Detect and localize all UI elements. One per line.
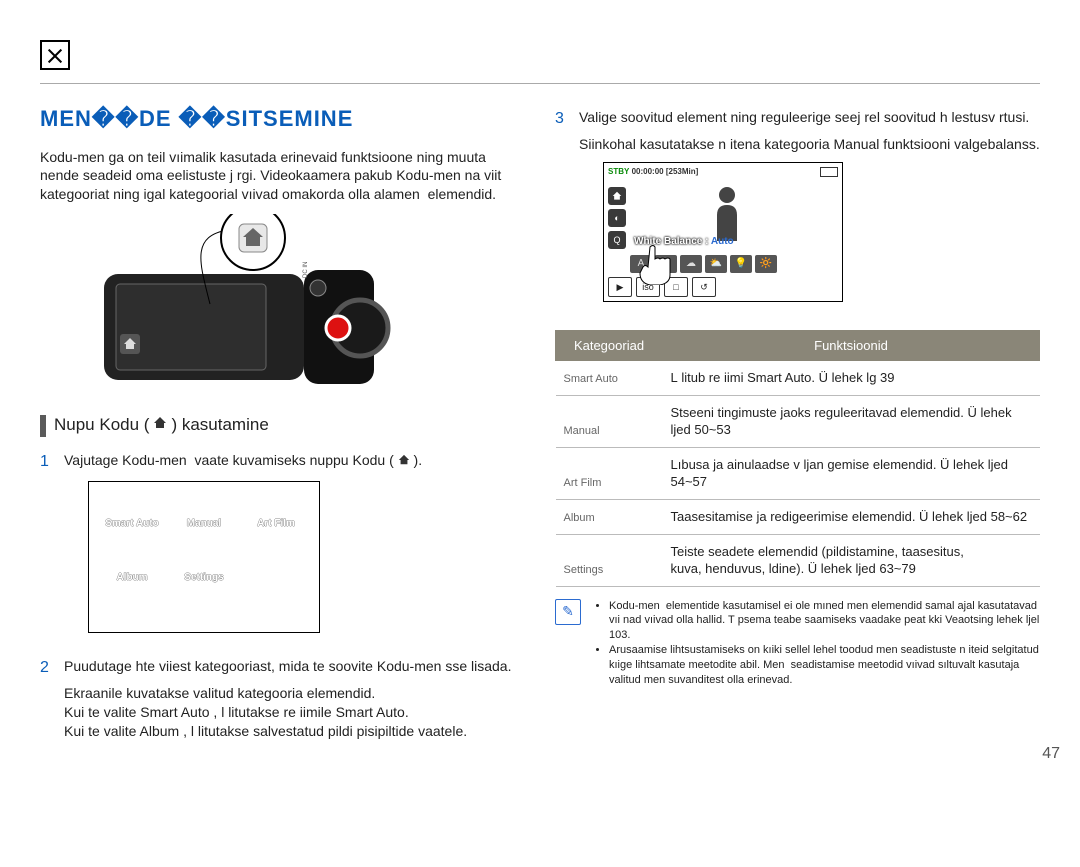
wb-option-fluorescent: 💡	[730, 255, 752, 273]
step-1-text-b: (	[389, 452, 398, 468]
camera-illustration: DC IN	[60, 214, 440, 394]
preview-zoom-icon: Q	[608, 231, 626, 249]
heading-bar-icon	[40, 415, 46, 437]
wb-option-cloudy: ☁	[680, 255, 702, 273]
menu-item-album: Album	[101, 556, 163, 600]
home-icon-inline	[398, 452, 410, 471]
preview-bottom-1: ▶	[608, 277, 632, 297]
home-icon	[153, 416, 167, 435]
step-1-term-kodu: Kodu	[352, 452, 385, 468]
section-heading-prefix: Nupu Kodu (	[54, 414, 149, 437]
step-2-sub-2-term: Smart Auto	[140, 704, 209, 720]
table-row: Art Film Lıbusa ja ainulaadse v ljan gem…	[556, 447, 1040, 499]
manual-page: MEN��DE ��SITSEMINE Kodu-men ga on teil …	[40, 40, 1040, 754]
screen-preview-illustration: STBY 00:00:00 [253Min] ◐	[603, 162, 843, 302]
table-cat-1: Manual	[556, 395, 663, 447]
step-2-sub-2a: Kui te valite	[64, 704, 140, 720]
table-cat-0: Smart Auto	[556, 361, 663, 396]
menu-item-manual: Manual	[173, 502, 235, 546]
preview-stby-label: STBY	[608, 167, 629, 176]
table-row: Manual Stseeni tingimuste jaoks reguleer…	[556, 395, 1040, 447]
table-row: Settings Teiste seadete elemendid (pildi…	[556, 534, 1040, 586]
page-header-bar	[40, 40, 1040, 84]
chapter-title: MEN��DE ��SITSEMINE	[40, 104, 525, 134]
right-column: Valige soovitud element ning reguleerige…	[555, 104, 1040, 755]
menu-item-smart-auto: Smart Auto	[101, 502, 163, 546]
preview-wb-icon: ◐	[608, 209, 626, 227]
step-2-sub-3b: , l litutakse salvestatud pildi pisipilt…	[183, 723, 467, 739]
info-note: ✎ Kodu-men elementide kasutamisel ei ole…	[555, 599, 1040, 688]
step-2-sub-1: Ekraanile kuvatakse valitud kategooria e…	[64, 684, 525, 703]
step-2: Puudutage hte viiest kategooriast, mida …	[40, 657, 525, 741]
missing-glyph-icon	[40, 40, 70, 70]
info-item-2: Arusaamise lihtsustamiseks on kıiki sell…	[609, 643, 1040, 688]
table-head-category: Kategooriad	[556, 330, 663, 361]
svg-text:DC IN: DC IN	[303, 262, 309, 278]
table-head-function: Funktsioonid	[663, 330, 1040, 361]
table-row: Album Taasesitamise ja redigeerimise ele…	[556, 499, 1040, 534]
table-desc-2: Lıbusa ja ainulaadse v ljan gemise eleme…	[663, 447, 1040, 499]
intro-paragraph: Kodu-men ga on teil vıimalik kasutada er…	[40, 148, 525, 205]
wb-option-shade: ⛅	[705, 255, 727, 273]
step-3-sub: Siinkohal kasutatakse n itena kategooria…	[579, 136, 1040, 152]
category-table: Kategooriad Funktsioonid Smart Auto L li…	[555, 330, 1040, 587]
preview-remain: [253Min]	[666, 167, 698, 176]
info-item-1: Kodu-men elementide kasutamisel ei ole m…	[609, 599, 1040, 644]
menu-item-settings: Settings	[173, 556, 235, 600]
step-2-sub-3a: Kui te valite	[64, 723, 140, 739]
table-cat-3: Album	[556, 499, 663, 534]
battery-icon	[820, 167, 838, 177]
step-3: Valige soovitud element ning reguleerige…	[555, 108, 1040, 316]
step-1-text-a: Vajutage Kodu-men vaate kuvamiseks nuppu	[64, 452, 352, 468]
table-cat-2: Art Film	[556, 447, 663, 499]
table-desc-0: L litub re iimi Smart Auto. Ü lehek lg 3…	[663, 361, 1040, 396]
page-number: 47	[1042, 743, 1060, 765]
wb-option-tungsten: 🔆	[755, 255, 777, 273]
home-menu-illustration: Smart Auto Manual Art Film Album Setting…	[88, 481, 320, 633]
preview-home-icon	[608, 187, 626, 205]
touch-hand-icon	[638, 245, 672, 285]
menu-item-art-film: Art Film	[245, 502, 307, 546]
step-1-text-c: ).	[414, 452, 423, 468]
section-heading-suffix: ) kasutamine	[171, 414, 268, 437]
left-column: MEN��DE ��SITSEMINE Kodu-men ga on teil …	[40, 104, 525, 755]
table-row: Smart Auto L litub re iimi Smart Auto. Ü…	[556, 361, 1040, 396]
step-2-text: Puudutage hte viiest kategooriast, mida …	[64, 658, 511, 674]
table-desc-1: Stseeni tingimuste jaoks reguleeritavad …	[663, 395, 1040, 447]
step-1: Vajutage Kodu-men vaate kuvamiseks nuppu…	[40, 451, 525, 643]
preview-bottom-4: ↺	[692, 277, 716, 297]
step-2-sub-3-term: Album	[140, 723, 180, 739]
section-heading: Nupu Kodu ( ) kasutamine	[40, 414, 525, 437]
preview-time: 00:00:00	[632, 167, 664, 176]
preview-subject-icon	[707, 185, 747, 241]
menu-item-empty	[245, 556, 307, 600]
info-icon: ✎	[555, 599, 581, 625]
step-2-sub-2b: , l litutakse re iimile Smart Auto.	[213, 704, 408, 720]
table-cat-4: Settings	[556, 534, 663, 586]
table-desc-3: Taasesitamise ja redigeerimise elemendid…	[663, 499, 1040, 534]
step-3-text: Valige soovitud element ning reguleerige…	[579, 109, 1029, 125]
table-desc-4: Teiste seadete elemendid (pildistamine, …	[663, 534, 1040, 586]
